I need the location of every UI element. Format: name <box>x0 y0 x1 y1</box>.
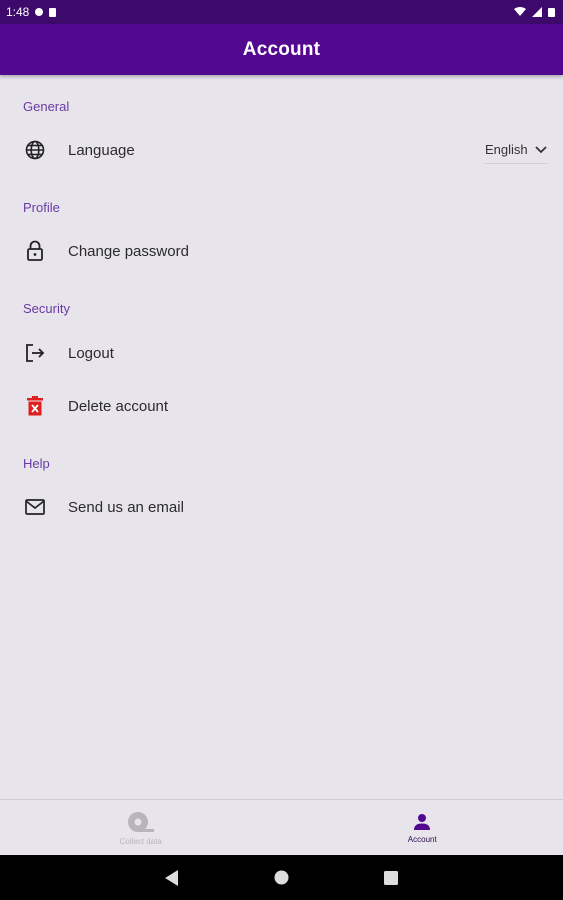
language-label: Language <box>68 141 135 159</box>
nav-collect-data[interactable]: Collect data <box>0 800 282 856</box>
email-label: Send us an email <box>68 498 184 516</box>
lock-icon <box>24 240 46 262</box>
section-header-general: General <box>23 99 70 114</box>
delete-account-row[interactable]: Delete account <box>0 381 563 431</box>
change-password-row[interactable]: Change password <box>0 226 563 276</box>
system-navigation-bar <box>0 855 563 900</box>
camera-icon <box>127 811 154 832</box>
wifi-icon <box>514 7 526 16</box>
logout-icon <box>24 342 46 364</box>
section-header-security: Security <box>23 301 70 316</box>
trash-icon <box>24 395 46 417</box>
page-title: Account <box>242 38 321 60</box>
home-icon[interactable] <box>274 870 289 885</box>
app-bar: Account <box>0 24 563 75</box>
logout-row[interactable]: Logout <box>0 328 563 378</box>
person-icon <box>414 813 431 830</box>
status-time: 1:48 <box>6 5 30 19</box>
notification-sim-icon <box>49 7 57 17</box>
back-icon[interactable] <box>165 869 179 886</box>
nav-collect-data-label: Collect data <box>119 836 162 846</box>
recents-icon[interactable] <box>384 870 398 885</box>
signal-icon <box>532 7 542 17</box>
logout-label: Logout <box>68 344 114 362</box>
battery-icon <box>548 7 555 17</box>
language-row[interactable]: Language English <box>0 125 563 175</box>
language-select[interactable]: English <box>485 137 547 164</box>
email-row[interactable]: Send us an email <box>0 482 563 532</box>
status-bar: 1:48 <box>0 0 563 24</box>
section-header-profile: Profile <box>23 200 60 215</box>
chevron-down-icon <box>535 145 547 153</box>
language-value: English <box>485 142 528 157</box>
mail-icon <box>24 496 46 518</box>
bottom-navigation: Collect data Account <box>0 799 563 856</box>
nav-account[interactable]: Account <box>282 800 563 856</box>
delete-account-label: Delete account <box>68 397 169 415</box>
notification-g-icon <box>35 8 44 16</box>
change-password-label: Change password <box>68 242 189 260</box>
section-header-help: Help <box>23 456 50 471</box>
globe-icon <box>24 139 46 161</box>
nav-account-label: Account <box>407 834 437 844</box>
